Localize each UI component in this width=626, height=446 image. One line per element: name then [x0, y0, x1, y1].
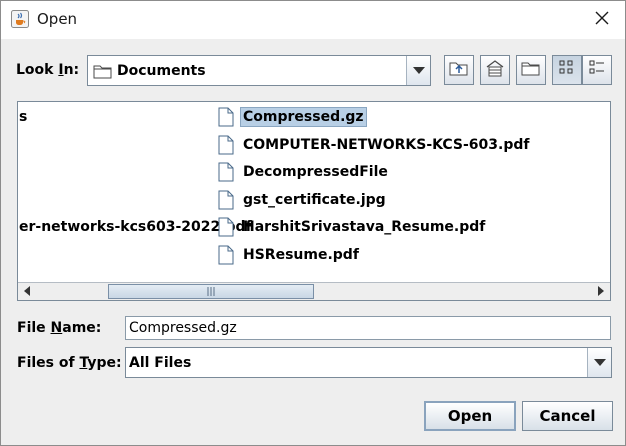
file-icon [218, 190, 234, 210]
list-item[interactable]: Compressed.gz [218, 105, 367, 129]
file-name-text: COMPUTER-NETWORKS-KCS-603.pdf [243, 137, 530, 153]
scroll-right-button[interactable] [592, 283, 610, 300]
home-button[interactable] [480, 55, 510, 85]
horizontal-scrollbar[interactable] [18, 282, 610, 300]
chevron-left-icon [24, 284, 30, 300]
home-icon [485, 59, 505, 81]
file-name-text: s [19, 109, 28, 125]
list-item[interactable]: DecompressedFile [218, 160, 391, 184]
new-folder-button[interactable] [516, 55, 546, 85]
look-in-combo[interactable]: Documents [87, 55, 431, 86]
open-dialog: Open Look In: Documents s er-networks-kc… [0, 0, 626, 446]
scroll-left-button[interactable] [18, 283, 36, 300]
window-title: Open [37, 10, 78, 28]
file-icon [218, 135, 234, 155]
file-list[interactable]: s er-networks-kcs603-2022.pdf Compressed… [17, 101, 611, 301]
folder-icon [93, 63, 113, 83]
details-view-button[interactable] [582, 55, 612, 85]
folder-up-icon [449, 60, 469, 80]
file-icon [218, 245, 234, 265]
cancel-button[interactable]: Cancel [522, 401, 613, 431]
grip-icon [207, 284, 215, 300]
new-folder-icon [521, 60, 541, 80]
list-item[interactable]: COMPUTER-NETWORKS-KCS-603.pdf [218, 133, 532, 157]
chevron-down-icon [412, 63, 425, 79]
files-of-type-value: All Files [129, 354, 192, 371]
file-name-text: gst_certificate.jpg [243, 192, 386, 208]
list-item[interactable]: s [18, 105, 30, 129]
open-button[interactable]: Open [424, 401, 516, 431]
file-name-text: HarshitSrivastava_Resume.pdf [243, 219, 486, 235]
details-view-icon [588, 59, 606, 81]
chevron-right-icon [598, 284, 604, 300]
file-name-text: Compressed.gz [240, 107, 367, 127]
list-item[interactable]: HSResume.pdf [218, 243, 362, 267]
chevron-down-icon [593, 355, 606, 371]
file-icon [218, 107, 234, 127]
title-bar[interactable]: Open [1, 1, 625, 39]
file-name-label: File Name: [17, 320, 102, 336]
files-of-type-combo[interactable]: All Files [125, 347, 612, 378]
close-icon [595, 11, 609, 29]
files-of-type-label: Files of Type: [17, 355, 122, 371]
scrollbar-thumb[interactable] [108, 284, 314, 299]
look-in-dropdown-button[interactable] [406, 56, 430, 85]
look-in-label: Look In: [16, 62, 80, 78]
file-icon [218, 162, 234, 182]
list-view-icon [558, 59, 576, 81]
list-view-button[interactable] [552, 55, 582, 85]
list-item[interactable]: gst_certificate.jpg [218, 188, 389, 212]
java-cup-icon [11, 10, 29, 28]
file-name-text: HSResume.pdf [243, 247, 359, 263]
look-in-value: Documents [117, 62, 206, 79]
file-icon [218, 217, 234, 237]
list-item[interactable]: HarshitSrivastava_Resume.pdf [218, 215, 488, 239]
file-name-text: DecompressedFile [243, 164, 388, 180]
up-one-level-button[interactable] [444, 55, 474, 85]
file-name-input[interactable]: Compressed.gz [125, 316, 611, 340]
close-button[interactable] [579, 1, 625, 39]
files-of-type-dropdown-button[interactable] [587, 348, 611, 377]
